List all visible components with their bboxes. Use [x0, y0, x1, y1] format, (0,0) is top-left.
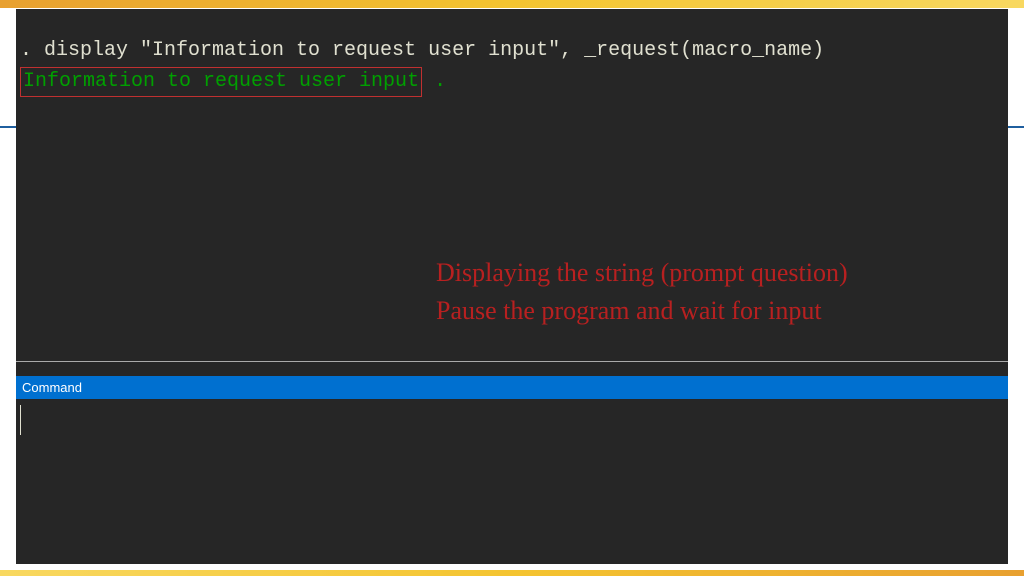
slide-bottom-border: [0, 570, 1024, 576]
annotation-line-2: Pause the program and wait for input: [436, 292, 848, 330]
results-pane[interactable]: . display "Information to request user i…: [16, 9, 1008, 361]
output-prompt-text: Information to request user input: [23, 70, 419, 93]
stata-window: . display "Information to request user i…: [16, 9, 1008, 564]
output-trailing-text: .: [422, 70, 446, 93]
annotation-line-1: Displaying the string (prompt question): [436, 254, 848, 292]
text-cursor: [20, 405, 21, 435]
output-row: Information to request user input .: [20, 65, 1004, 97]
command-panel-header: Command: [16, 376, 1008, 399]
output-highlight-box: Information to request user input: [20, 67, 422, 97]
command-panel-title: Command: [22, 380, 82, 395]
splitter-gap[interactable]: [16, 362, 1008, 376]
slide-top-border: [0, 0, 1024, 8]
command-echo-line: . display "Information to request user i…: [20, 37, 1004, 65]
slide-annotation: Displaying the string (prompt question) …: [436, 254, 848, 329]
command-input[interactable]: [16, 399, 1008, 564]
